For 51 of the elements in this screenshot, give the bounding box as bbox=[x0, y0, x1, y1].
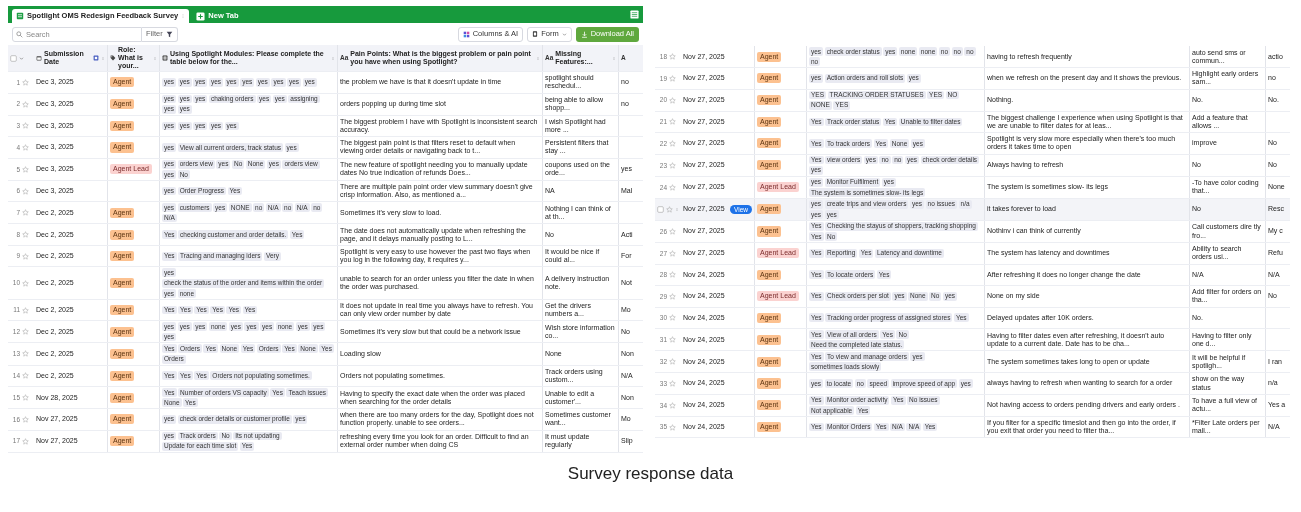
star-icon[interactable] bbox=[669, 228, 676, 235]
caption: Survey response data bbox=[566, 462, 735, 485]
sort-icon[interactable] bbox=[93, 55, 99, 62]
star-icon[interactable] bbox=[22, 231, 29, 239]
caret-icon bbox=[561, 31, 567, 37]
sheet-icon bbox=[16, 12, 24, 20]
star-icon[interactable] bbox=[22, 306, 29, 314]
star-icon[interactable] bbox=[669, 53, 676, 61]
star-icon[interactable] bbox=[22, 394, 29, 402]
star-icon[interactable] bbox=[669, 380, 676, 387]
star-icon[interactable] bbox=[669, 249, 676, 257]
star-icon[interactable] bbox=[22, 328, 29, 336]
caret-icon[interactable] bbox=[19, 55, 24, 61]
star-icon[interactable] bbox=[669, 423, 676, 431]
star-icon[interactable] bbox=[22, 252, 29, 260]
star-icon[interactable] bbox=[22, 78, 29, 86]
search-icon bbox=[16, 30, 23, 38]
star-icon[interactable] bbox=[669, 96, 676, 104]
star-icon[interactable] bbox=[669, 183, 676, 191]
star-icon[interactable] bbox=[22, 415, 29, 423]
star-icon[interactable] bbox=[669, 358, 676, 366]
star-icon[interactable] bbox=[22, 279, 29, 287]
checkbox[interactable] bbox=[657, 205, 664, 213]
star-icon[interactable] bbox=[669, 161, 676, 169]
star-icon[interactable] bbox=[22, 187, 29, 195]
checkbox[interactable] bbox=[10, 54, 17, 62]
star-icon[interactable] bbox=[22, 209, 29, 217]
calendar-icon bbox=[36, 55, 42, 62]
star-icon[interactable] bbox=[22, 372, 29, 380]
star-icon[interactable] bbox=[22, 122, 29, 130]
star-icon[interactable] bbox=[22, 437, 29, 445]
star-icon[interactable] bbox=[669, 118, 676, 126]
star-icon[interactable] bbox=[22, 100, 29, 108]
star-icon[interactable] bbox=[22, 144, 29, 151]
tag-icon bbox=[110, 55, 116, 62]
star-icon[interactable] bbox=[669, 292, 676, 300]
star-icon[interactable] bbox=[669, 74, 676, 82]
star-icon[interactable] bbox=[669, 401, 676, 409]
star-icon[interactable] bbox=[669, 139, 676, 147]
form-icon bbox=[532, 30, 539, 38]
funnel-icon bbox=[165, 30, 173, 38]
star-icon[interactable] bbox=[669, 336, 676, 344]
star-icon[interactable] bbox=[22, 350, 29, 358]
grid-icon bbox=[462, 30, 470, 38]
star-icon[interactable] bbox=[669, 271, 676, 279]
menu-icon[interactable] bbox=[630, 10, 639, 19]
star-icon[interactable] bbox=[666, 205, 673, 213]
star-icon[interactable] bbox=[22, 165, 29, 173]
download-icon bbox=[580, 30, 588, 38]
star-icon[interactable] bbox=[669, 314, 676, 322]
table-icon bbox=[162, 55, 168, 62]
